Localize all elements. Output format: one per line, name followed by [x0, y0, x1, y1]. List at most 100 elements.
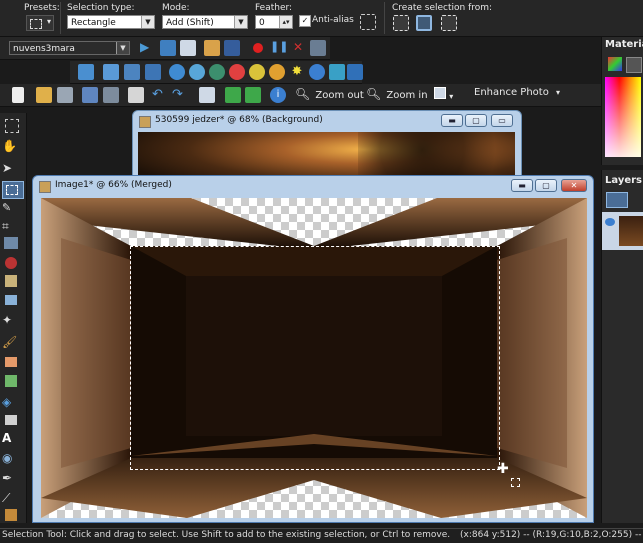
windows-icon [434, 87, 446, 99]
run-script-button[interactable]: ▶ [140, 40, 156, 56]
move-tool-icon[interactable] [4, 237, 18, 249]
layers-palette: Layers [601, 170, 643, 523]
mode-select[interactable]: Add (Shift) ▼ [162, 15, 248, 29]
effect-8-button[interactable] [229, 64, 245, 80]
effect-7-button[interactable] [209, 64, 225, 80]
save-as-button[interactable] [103, 87, 119, 103]
spinner-icon[interactable]: ▴▾ [279, 16, 292, 28]
effect-3-button[interactable] [124, 64, 140, 80]
effect-6-button[interactable] [189, 64, 205, 80]
stop-script-button[interactable] [224, 40, 240, 56]
selection-tool-icon[interactable] [2, 181, 24, 199]
warp-brush-icon[interactable]: ⟋ [2, 491, 22, 507]
minimize-button[interactable]: ▬ [511, 179, 533, 192]
feather-input[interactable]: 0 ▴▾ [255, 15, 293, 29]
new-layer-button[interactable] [606, 192, 628, 208]
print-button[interactable] [128, 87, 144, 103]
effect-5-button[interactable] [169, 64, 185, 80]
selection-from-layer-button[interactable] [393, 15, 409, 31]
save-script-button[interactable] [204, 40, 220, 56]
inner-left-band [61, 238, 131, 468]
minimize-button[interactable]: ▬ [441, 114, 463, 127]
layer-thumbnail [619, 216, 643, 246]
text-tool-icon[interactable]: A [2, 431, 22, 447]
flag-2-button[interactable] [245, 87, 261, 103]
clone-tool-icon[interactable] [5, 275, 17, 287]
redo-button[interactable]: ↷ [172, 87, 188, 103]
zoom-out-button[interactable]: 🔍︎ Zoom out [295, 87, 364, 103]
selection-from-canvas-button[interactable] [416, 15, 432, 31]
pan-tool-icon[interactable] [5, 119, 19, 133]
effect-4-button[interactable] [145, 64, 161, 80]
antialias-checkbox[interactable]: ✓ [299, 15, 311, 27]
close-button[interactable]: ✕ [561, 179, 587, 192]
effect-11-button[interactable]: ✸ [289, 64, 305, 80]
effect-14-button[interactable] [347, 64, 363, 80]
pick-tool-icon[interactable]: ➤ [2, 161, 22, 177]
effect-12-button[interactable] [309, 64, 325, 80]
save-button[interactable] [82, 87, 98, 103]
pen-tool-icon[interactable]: ✒ [2, 471, 22, 487]
restore-button[interactable]: ▭ [491, 114, 513, 127]
tool-options-bar: Presets: ▾ Selection type: Rectangle ▼ M… [0, 0, 643, 37]
eraser-tool-icon[interactable] [5, 357, 17, 367]
selection-options-button[interactable] [360, 14, 376, 30]
preset-shape-icon[interactable]: ◉ [2, 451, 22, 467]
edit-script-button[interactable] [160, 40, 176, 56]
hand-tool-icon[interactable]: ✋ [2, 139, 22, 155]
record-button[interactable] [250, 40, 266, 56]
maximize-button[interactable]: ▢ [465, 114, 487, 127]
script-list-button[interactable] [180, 40, 196, 56]
active-image-window[interactable]: Image1* @ 66% (Merged) ▬ ▢ ✕ ✚ [32, 175, 594, 523]
selection-type-select[interactable]: Rectangle ▼ [67, 15, 155, 29]
effect-9-button[interactable] [249, 64, 265, 80]
feather-value: 0 [259, 18, 265, 28]
save-recording-button[interactable] [310, 40, 326, 56]
red-eye-tool-icon[interactable] [5, 257, 17, 269]
browse-button[interactable] [57, 87, 73, 103]
dodge-tool-icon[interactable]: ✦ [2, 313, 22, 329]
undo-button[interactable]: ↶ [152, 87, 168, 103]
cancel-recording-button[interactable]: ✕ [290, 40, 306, 56]
background-window-title: 530599 jedzer* @ 68% (Background) [155, 115, 323, 125]
script-select[interactable]: nuvens3mara ▼ [9, 41, 130, 55]
enhance-photo-menu[interactable]: Enhance Photo ▾ [474, 87, 560, 103]
presets-grid-icon [30, 19, 42, 29]
star-icon: ✸ [291, 64, 303, 79]
scratch-remover-icon[interactable] [5, 295, 17, 305]
chevron-down-icon: ▼ [141, 16, 154, 28]
maximize-button[interactable]: ▢ [535, 179, 557, 192]
zoom-in-button[interactable]: 🔍︎ Zoom in [366, 87, 428, 103]
presets-dropdown[interactable]: ▾ [26, 15, 54, 31]
picture-tube-icon[interactable] [5, 375, 17, 387]
new-file-button[interactable] [12, 87, 24, 103]
swatches-tab-icon[interactable] [626, 57, 642, 73]
effect-1-button[interactable] [78, 64, 94, 80]
flag-button[interactable] [225, 87, 241, 103]
zoom-out-label: Zoom out [315, 90, 364, 101]
arrange-dropdown[interactable]: ▾ [434, 87, 460, 103]
frame-tab-icon[interactable] [608, 57, 622, 71]
layer-row[interactable] [602, 212, 643, 250]
resize-button[interactable] [199, 87, 215, 103]
mode-label: Mode: [162, 3, 190, 13]
crop-tool-icon[interactable]: ⌗ [2, 219, 22, 235]
image-canvas[interactable]: ✚ [41, 198, 587, 518]
status-info: (x:864 y:512) -- (R:19,G:10,B:2,O:255) -… [458, 530, 643, 540]
info-button[interactable]: i [270, 87, 286, 103]
effect-2-button[interactable] [103, 64, 119, 80]
color-replacer-icon[interactable] [5, 415, 17, 425]
effect-13-button[interactable] [329, 64, 345, 80]
paint-brush-icon[interactable]: 🖌︎ [2, 335, 22, 351]
selection-from-layers-button[interactable] [441, 15, 457, 31]
pause-button[interactable]: ❚❚ [270, 40, 288, 56]
selection-marquee[interactable] [130, 246, 500, 470]
chevron-down-icon: ▾ [449, 92, 454, 101]
open-file-button[interactable] [36, 87, 52, 103]
flood-fill-icon[interactable]: ◈ [2, 395, 22, 411]
effect-10-button[interactable] [269, 64, 285, 80]
eyedropper-tool-icon[interactable]: ✎ [2, 201, 22, 217]
antialias-label: Anti-alias [312, 15, 354, 25]
layer-visibility-icon[interactable] [605, 218, 615, 226]
mesh-warp-icon[interactable] [5, 509, 17, 521]
